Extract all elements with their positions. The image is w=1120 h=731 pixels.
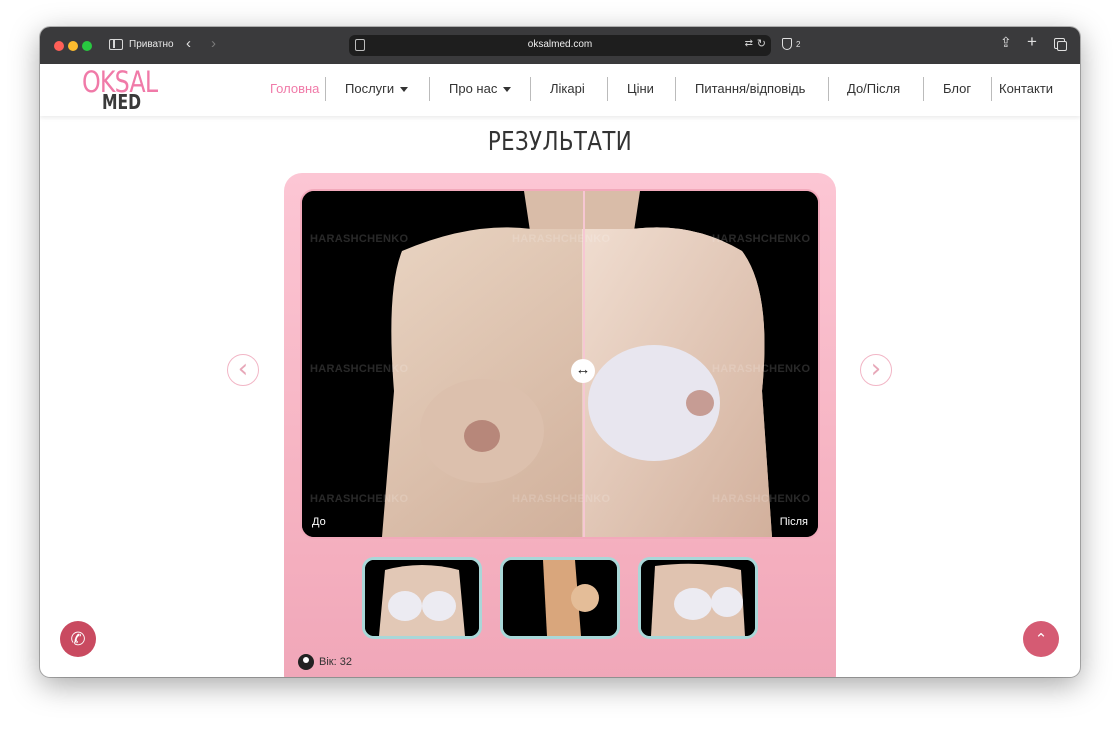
age-label: Вік: 32 bbox=[319, 656, 352, 668]
watermark-text: HARASHCHENKO bbox=[310, 233, 409, 245]
nav-divider bbox=[923, 77, 924, 101]
thumbnail-front[interactable] bbox=[362, 557, 482, 639]
chevron-down-icon bbox=[503, 87, 512, 93]
watermark-text: HARASHCHENKO bbox=[310, 363, 409, 375]
nav-home[interactable]: Головна bbox=[270, 81, 319, 96]
nav-divider bbox=[429, 77, 430, 101]
nav-about-label: Про нас bbox=[449, 81, 498, 96]
share-icon[interactable]: ⇪ bbox=[1000, 34, 1012, 51]
reload-icon[interactable]: ↻ bbox=[757, 37, 766, 50]
thumbnail-image bbox=[641, 560, 755, 636]
before-label: До bbox=[312, 516, 326, 528]
chevron-down-icon bbox=[400, 87, 409, 93]
watermark-text: HARASHCHENKO bbox=[512, 233, 611, 245]
nav-contacts[interactable]: Контакти bbox=[999, 81, 1053, 96]
site-header: OKSAL MED Головна Послуги Про нас Лікарі… bbox=[40, 64, 1080, 116]
watermark-text: HARASHCHENKO bbox=[512, 493, 611, 505]
shield-icon[interactable] bbox=[782, 38, 792, 50]
slider-handle-icon[interactable]: ↔ bbox=[571, 359, 595, 383]
translate-icon[interactable]: ⇄ bbox=[745, 38, 753, 49]
after-label: Після bbox=[779, 516, 808, 528]
nav-services-label: Послуги bbox=[345, 81, 395, 96]
nav-divider bbox=[530, 77, 531, 101]
watermark-text: HARASHCHENKO bbox=[310, 493, 409, 505]
nav-doctors[interactable]: Лікарі bbox=[550, 81, 585, 96]
nav-divider bbox=[325, 77, 326, 101]
back-icon[interactable]: ‹ bbox=[186, 35, 191, 52]
nav-services[interactable]: Послуги bbox=[345, 81, 409, 96]
watermark-text: HARASHCHENKO bbox=[712, 363, 811, 375]
minimize-window-button[interactable] bbox=[68, 41, 78, 51]
nav-divider bbox=[675, 77, 676, 101]
thumbnail-image bbox=[503, 560, 617, 636]
nav-about[interactable]: Про нас bbox=[449, 81, 512, 96]
nav-blog[interactable]: Блог bbox=[943, 81, 971, 96]
prev-arrow-button[interactable]: ‹ bbox=[227, 354, 259, 386]
address-bar[interactable]: oksalmed.com ⇄ ↻ bbox=[349, 35, 771, 56]
section-title: РЕЗУЛЬТАТИ bbox=[487, 127, 633, 157]
nav-divider bbox=[607, 77, 608, 101]
next-arrow-button[interactable]: › bbox=[860, 354, 892, 386]
logo-med: MED bbox=[102, 90, 142, 114]
nav-faq[interactable]: Питання/відповідь bbox=[695, 81, 805, 96]
nav-before-after[interactable]: До/Після bbox=[847, 81, 900, 96]
tabs-overview-icon[interactable] bbox=[1054, 38, 1067, 51]
watermark-text: HARASHCHENKO bbox=[712, 493, 811, 505]
new-tab-icon[interactable]: + bbox=[1027, 32, 1037, 52]
thumbnail-three-quarter[interactable] bbox=[638, 557, 758, 639]
user-icon bbox=[298, 654, 314, 670]
thumbnail-side[interactable] bbox=[500, 557, 620, 639]
watermark-text: HARASHCHENKO bbox=[712, 233, 811, 245]
private-mode-label: Приватно bbox=[129, 39, 174, 50]
nav-divider bbox=[828, 77, 829, 101]
thumbnail-image bbox=[365, 560, 479, 636]
nav-divider bbox=[991, 77, 992, 101]
blocked-count: 2 bbox=[796, 40, 801, 49]
forward-icon[interactable]: › bbox=[211, 35, 216, 52]
close-window-button[interactable] bbox=[54, 41, 64, 51]
before-after-slider[interactable]: HARASHCHENKO HARASHCHENKO HARASHCHENKO H… bbox=[300, 189, 820, 539]
address-url[interactable]: oksalmed.com bbox=[349, 39, 771, 50]
browser-window: Приватно ‹ › oksalmed.com ⇄ ↻ 2 ⇪ + OKSA… bbox=[40, 27, 1080, 677]
maximize-window-button[interactable] bbox=[82, 41, 92, 51]
scroll-to-top-button[interactable]: ⌃ bbox=[1023, 621, 1059, 657]
phone-call-button[interactable]: ✆ bbox=[60, 621, 96, 657]
nav-prices[interactable]: Ціни bbox=[627, 81, 654, 96]
sidebar-toggle-icon[interactable] bbox=[109, 39, 123, 50]
browser-toolbar: Приватно ‹ › oksalmed.com ⇄ ↻ 2 ⇪ + bbox=[40, 27, 1080, 64]
